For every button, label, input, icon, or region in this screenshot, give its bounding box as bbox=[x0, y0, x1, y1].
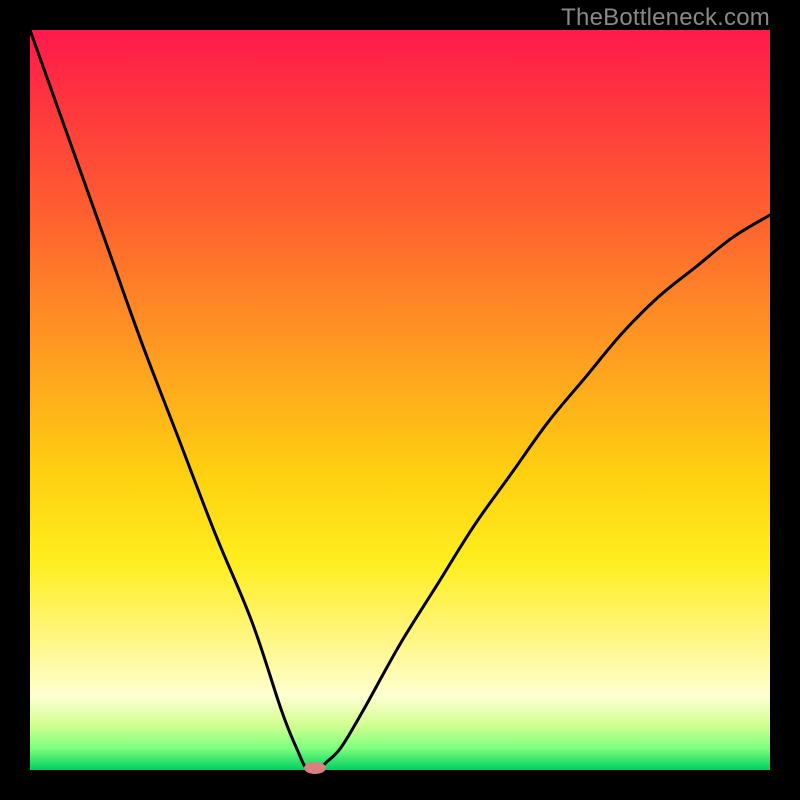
plot-area bbox=[30, 30, 770, 770]
watermark-text: TheBottleneck.com bbox=[561, 4, 770, 32]
bottleneck-curve bbox=[30, 30, 770, 770]
optimal-point-marker bbox=[304, 762, 326, 774]
chart-frame: TheBottleneck.com bbox=[0, 0, 800, 800]
